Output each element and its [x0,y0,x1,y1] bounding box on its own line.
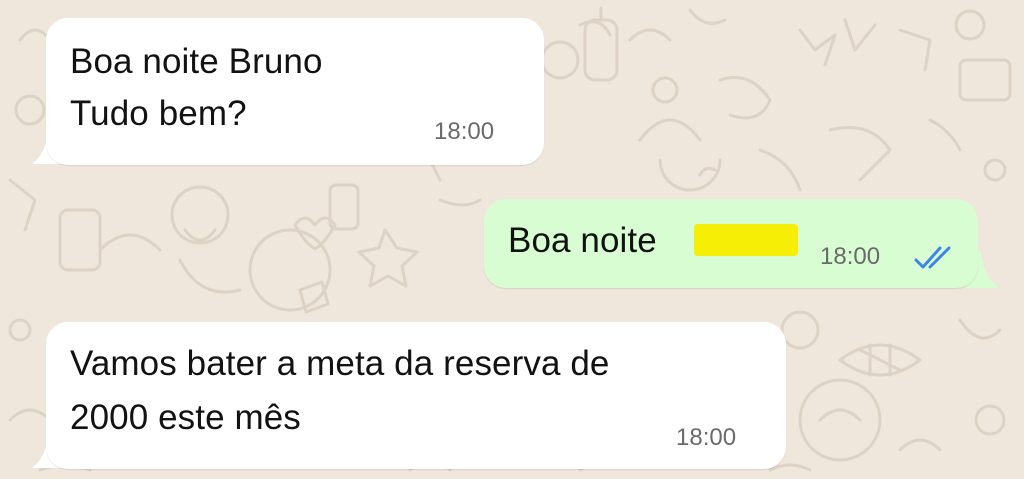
double-check-icon [914,246,951,269]
redacted-name-highlight [694,224,798,256]
message-timestamp: 18:00 [820,243,881,270]
incoming-message-bubble[interactable]: Vamos bater a meta da reserva de 2000 es… [46,322,786,469]
message-timestamp: 18:00 [434,118,495,145]
message-text-line: Boa noite Bruno [70,42,323,81]
message-timestamp: 18:00 [676,424,737,451]
message-text-line: Boa noite [508,221,657,260]
outgoing-message-bubble[interactable]: Boa noite 18:00 [484,199,978,288]
incoming-message-bubble[interactable]: Boa noite Bruno Tudo bem? 18:00 [46,18,544,165]
message-text-line: 2000 este mês [70,398,301,437]
message-text-line: Vamos bater a meta da reserva de [70,344,610,383]
message-text-line: Tudo bem? [70,94,247,133]
